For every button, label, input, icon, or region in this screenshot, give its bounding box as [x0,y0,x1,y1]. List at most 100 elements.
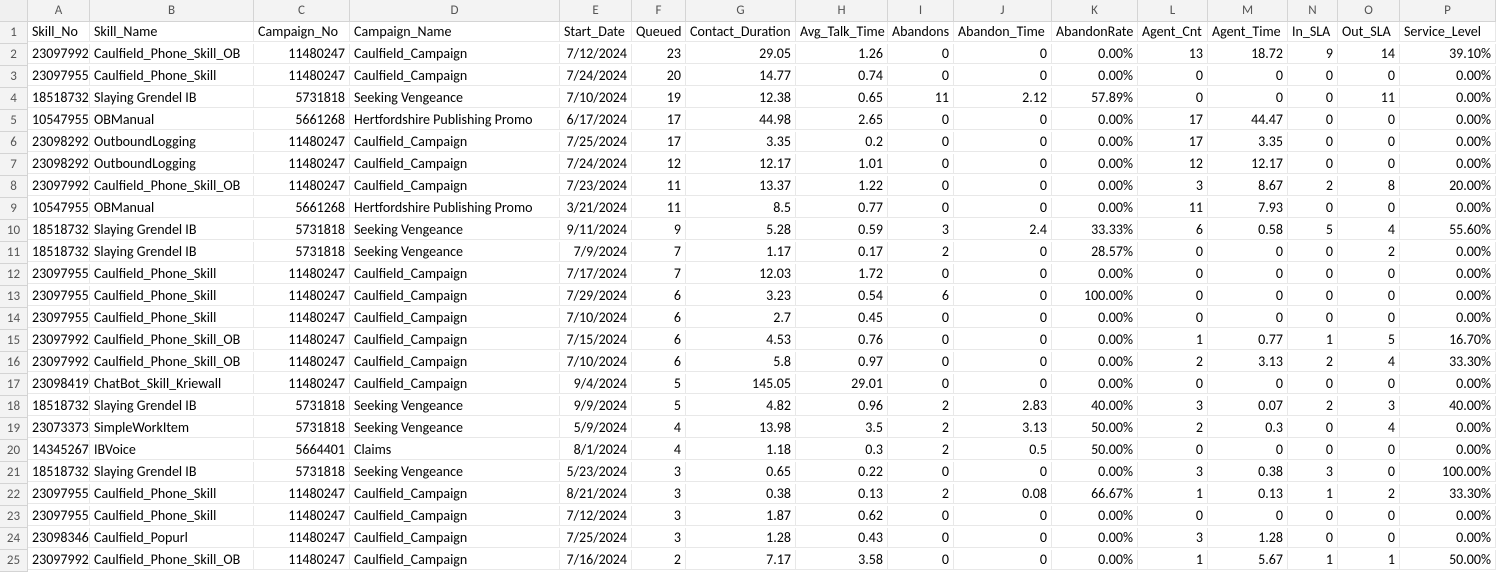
data-cell[interactable]: 8.67 [1208,176,1288,196]
data-cell[interactable]: 0.00% [1400,88,1496,108]
data-cell[interactable]: Caulfield_Campaign [350,550,560,570]
data-cell[interactable]: 0.00% [1400,418,1496,438]
data-cell[interactable]: 2 [1288,176,1338,196]
data-cell[interactable]: 7/9/2024 [560,242,632,262]
data-cell[interactable]: 2 [888,484,954,504]
data-cell[interactable]: 44.47 [1208,110,1288,130]
data-cell[interactable]: 14345267 [28,440,90,460]
data-cell[interactable]: 19 [632,88,686,108]
data-cell[interactable]: 11480247 [254,550,350,570]
data-cell[interactable]: 5731818 [254,242,350,262]
data-cell[interactable]: 0.65 [686,462,796,482]
data-cell[interactable]: 0.45 [796,308,888,328]
data-cell[interactable]: 2 [1338,242,1400,262]
data-cell[interactable]: 17 [1138,110,1208,130]
data-cell[interactable]: 0 [1288,506,1338,526]
data-cell[interactable]: 0 [1288,242,1338,262]
data-cell[interactable]: 13.98 [686,418,796,438]
data-cell[interactable]: 5 [632,396,686,416]
data-cell[interactable]: 0 [1338,110,1400,130]
data-cell[interactable]: 0.00% [1052,550,1138,570]
col-header-P[interactable]: P [1400,0,1496,22]
data-cell[interactable]: 7/23/2024 [560,176,632,196]
row-header[interactable]: 11 [0,242,28,264]
data-cell[interactable]: 5.67 [1208,550,1288,570]
data-cell[interactable]: 23097992 [28,550,90,570]
data-cell[interactable]: 5731818 [254,396,350,416]
data-cell[interactable]: 20 [632,66,686,86]
col-header-G[interactable]: G [686,0,796,22]
header-cell[interactable]: Avg_Talk_Time [796,22,888,42]
data-cell[interactable]: 7/24/2024 [560,66,632,86]
data-cell[interactable]: 0 [954,110,1052,130]
data-cell[interactable]: Caulfield_Phone_Skill_OB [90,330,254,350]
data-cell[interactable]: 0 [954,44,1052,64]
data-cell[interactable]: Caulfield_Phone_Skill [90,484,254,504]
data-cell[interactable]: 18518732 [28,220,90,240]
col-header-H[interactable]: H [796,0,888,22]
data-cell[interactable]: 3.5 [796,418,888,438]
data-cell[interactable]: 14 [1338,44,1400,64]
data-cell[interactable]: 0 [1208,264,1288,284]
data-cell[interactable]: 11480247 [254,154,350,174]
data-cell[interactable]: 3/21/2024 [560,198,632,218]
data-cell[interactable]: 0 [954,132,1052,152]
data-cell[interactable]: 1 [1288,330,1338,350]
header-cell[interactable]: Contact_Duration [686,22,796,42]
data-cell[interactable]: 0 [1288,418,1338,438]
data-cell[interactable]: 7/10/2024 [560,352,632,372]
data-cell[interactable]: 7/15/2024 [560,330,632,350]
col-header-C[interactable]: C [254,0,350,22]
data-cell[interactable]: 0 [1138,242,1208,262]
data-cell[interactable]: 1.72 [796,264,888,284]
data-cell[interactable]: 2.12 [954,88,1052,108]
spreadsheet-grid[interactable]: ABCDEFGHIJKLMNOP1Skill_NoSkill_NameCampa… [0,0,1502,572]
data-cell[interactable]: 0 [888,132,954,152]
data-cell[interactable]: 6 [1138,220,1208,240]
data-cell[interactable]: 11 [632,198,686,218]
data-cell[interactable]: 6 [632,352,686,372]
data-cell[interactable]: 1.26 [796,44,888,64]
data-cell[interactable]: 0.00% [1052,154,1138,174]
data-cell[interactable]: 3 [632,484,686,504]
data-cell[interactable]: 3 [1288,462,1338,482]
data-cell[interactable]: ChatBot_Skill_Kriewall [90,374,254,394]
data-cell[interactable]: 11 [632,176,686,196]
data-cell[interactable]: 0.74 [796,66,888,86]
data-cell[interactable]: 0 [888,110,954,130]
data-cell[interactable]: Seeking Vengeance [350,418,560,438]
data-cell[interactable]: 1 [1138,484,1208,504]
data-cell[interactable]: 0 [1288,198,1338,218]
col-header-O[interactable]: O [1338,0,1400,22]
data-cell[interactable]: 0 [1138,506,1208,526]
data-cell[interactable]: 0 [954,352,1052,372]
data-cell[interactable]: 5731818 [254,88,350,108]
data-cell[interactable]: 5661268 [254,110,350,130]
data-cell[interactable]: 0.08 [954,484,1052,504]
data-cell[interactable]: 3.13 [1208,352,1288,372]
data-cell[interactable]: 16.70% [1400,330,1496,350]
col-header-E[interactable]: E [560,0,632,22]
data-cell[interactable]: OBManual [90,198,254,218]
data-cell[interactable]: 18.72 [1208,44,1288,64]
data-cell[interactable]: 23098419 [28,374,90,394]
data-cell[interactable]: 18518732 [28,88,90,108]
data-cell[interactable]: 0.54 [796,286,888,306]
data-cell[interactable]: 1.28 [686,528,796,548]
data-cell[interactable]: 0.00% [1052,506,1138,526]
data-cell[interactable]: 12.17 [1208,154,1288,174]
data-cell[interactable]: 0.17 [796,242,888,262]
data-cell[interactable]: 0 [1288,286,1338,306]
row-header[interactable]: 17 [0,374,28,396]
row-header[interactable]: 1 [0,22,28,44]
data-cell[interactable]: Caulfield_Phone_Skill [90,506,254,526]
data-cell[interactable]: 0 [1288,88,1338,108]
data-cell[interactable]: 39.10% [1400,44,1496,64]
data-cell[interactable]: Caulfield_Campaign [350,176,560,196]
data-cell[interactable]: 0.00% [1052,462,1138,482]
data-cell[interactable]: 0.00% [1052,264,1138,284]
data-cell[interactable]: Caulfield_Popurl [90,528,254,548]
data-cell[interactable]: 29.01 [796,374,888,394]
data-cell[interactable]: 0.13 [796,484,888,504]
data-cell[interactable]: 10547955 [28,110,90,130]
